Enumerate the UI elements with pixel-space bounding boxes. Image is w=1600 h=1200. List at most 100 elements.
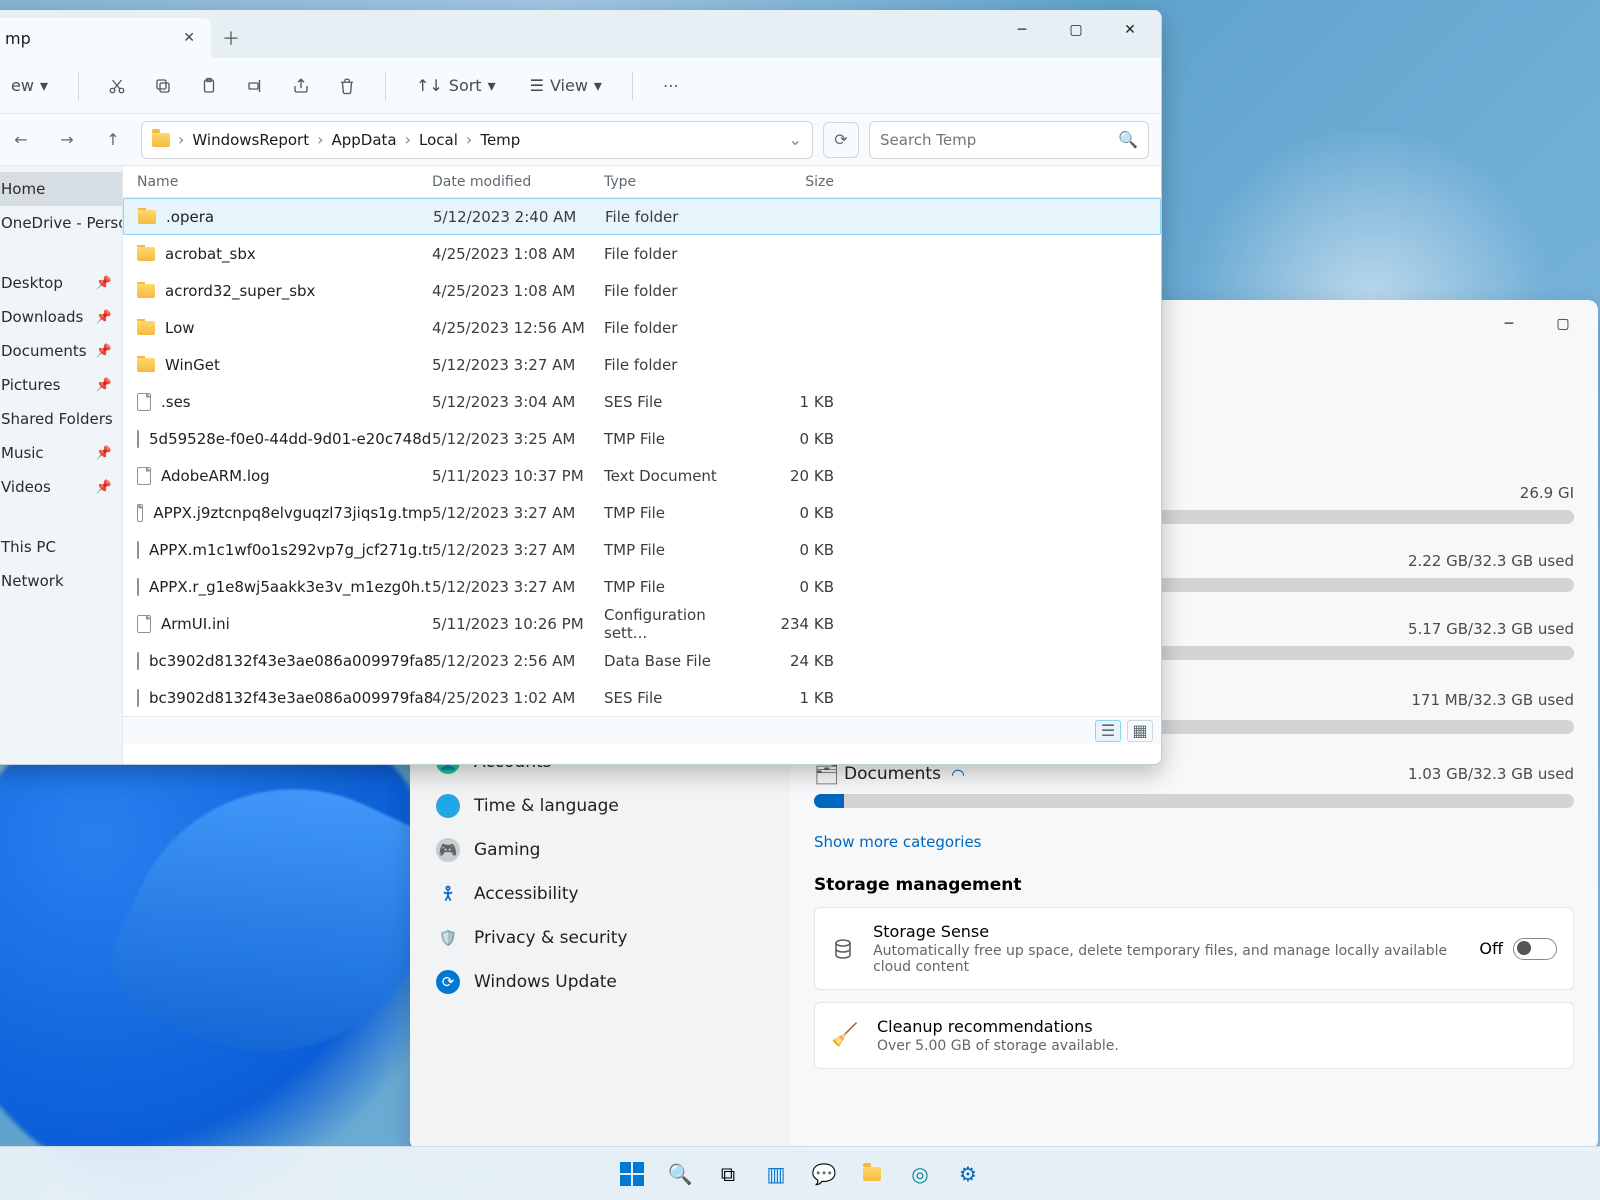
storage-value: 1.03 GB/32.3 GB used: [1408, 765, 1574, 783]
sidebar-item-desktop[interactable]: Desktop📌: [0, 266, 122, 300]
table-row[interactable]: acrobat_sbx4/25/2023 1:08 AMFile folder: [123, 235, 1161, 272]
table-row[interactable]: .opera5/12/2023 2:40 AMFile folder: [123, 198, 1161, 235]
table-row[interactable]: bc3902d8132f43e3ae086a009979fa88.db.ses4…: [123, 679, 1161, 716]
cut-button[interactable]: [99, 68, 135, 104]
rename-button[interactable]: [237, 68, 273, 104]
file-size: 0 KB: [744, 541, 834, 559]
col-type[interactable]: Type: [604, 174, 744, 190]
thumbnails-view-button[interactable]: ▦: [1127, 720, 1153, 742]
start-button[interactable]: [613, 1155, 651, 1193]
table-row[interactable]: .ses5/12/2023 3:04 AMSES File1 KB: [123, 383, 1161, 420]
sidebar-item-videos[interactable]: Videos📌: [0, 470, 122, 504]
col-name[interactable]: Name: [137, 174, 432, 190]
table-row[interactable]: bc3902d8132f43e3ae086a009979fa88.db5/12/…: [123, 642, 1161, 679]
sort-button[interactable]: ↑↓ Sort ▾: [406, 70, 506, 101]
explorer-tab[interactable]: mp ✕: [0, 18, 211, 58]
view-button[interactable]: ☰ View ▾: [520, 70, 612, 101]
close-tab-icon[interactable]: ✕: [177, 26, 201, 50]
file-type: File folder: [604, 319, 744, 337]
table-row[interactable]: APPX.m1c1wf0o1s292vp7g_jcf271g.tmp5/12/2…: [123, 531, 1161, 568]
file-date: 5/12/2023 3:27 AM: [432, 504, 604, 522]
breadcrumb-item[interactable]: WindowsReport: [192, 131, 309, 149]
sidebar-item-documents[interactable]: Documents📌: [0, 334, 122, 368]
paste-button[interactable]: [191, 68, 227, 104]
col-size[interactable]: Size: [744, 174, 834, 190]
copy-button[interactable]: [145, 68, 181, 104]
table-row[interactable]: AdobeARM.log5/11/2023 10:37 PMText Docum…: [123, 457, 1161, 494]
settings-taskbar-button[interactable]: ⚙: [949, 1155, 987, 1193]
table-row[interactable]: acrord32_super_sbx4/25/2023 1:08 AMFile …: [123, 272, 1161, 309]
sidebar-item-downloads[interactable]: Downloads📌: [0, 300, 122, 334]
search-bar[interactable]: 🔍: [869, 121, 1149, 159]
table-row[interactable]: 5d59528e-f0e0-44dd-9d01-e20c748d067f....…: [123, 420, 1161, 457]
sidebar-item-pictures[interactable]: Pictures📌: [0, 368, 122, 402]
close-button[interactable]: ✕: [1105, 14, 1155, 46]
back-button[interactable]: ←: [3, 122, 39, 158]
cleanup-recommendations-card[interactable]: 🧹 Cleanup recommendations Over 5.00 GB o…: [814, 1002, 1574, 1069]
search-input[interactable]: [880, 131, 1118, 149]
storage-sense-toggle[interactable]: [1513, 938, 1557, 960]
column-headers[interactable]: Name Date modified Type Size: [123, 166, 1161, 198]
address-dropdown-icon[interactable]: ⌄: [789, 130, 802, 149]
file-size: 0 KB: [744, 430, 834, 448]
task-view-button[interactable]: ⧉: [709, 1155, 747, 1193]
file-icon: [137, 689, 139, 707]
card-description: Over 5.00 GB of storage available.: [877, 1038, 1119, 1054]
chevron-right-icon: ›: [317, 130, 323, 149]
sidebar-item-home[interactable]: Home: [0, 172, 122, 206]
settings-minimize-button[interactable]: ─: [1484, 308, 1534, 340]
storage-sense-card[interactable]: Storage Sense Automatically free up spac…: [814, 907, 1574, 990]
file-icon: [137, 615, 151, 633]
refresh-button[interactable]: ⟳: [823, 122, 859, 158]
explorer-toolbar: ew ▾ ↑↓ Sort ▾ ☰ View ▾ ⋯: [0, 58, 1161, 114]
nav-privacy[interactable]: 🛡️ Privacy & security: [424, 916, 776, 960]
details-view-button[interactable]: ☰: [1095, 720, 1121, 742]
file-type: SES File: [604, 393, 744, 411]
maximize-button[interactable]: ▢: [1051, 14, 1101, 46]
pin-icon: 📌: [96, 446, 112, 461]
up-button[interactable]: ↑: [95, 122, 131, 158]
forward-button[interactable]: →: [49, 122, 85, 158]
nav-accessibility[interactable]: Accessibility: [424, 872, 776, 916]
sidebar-item-this-pc[interactable]: This PC: [0, 530, 122, 564]
delete-button[interactable]: [329, 68, 365, 104]
folder-icon: [137, 321, 155, 335]
file-name: WinGet: [165, 356, 220, 374]
nav-gaming[interactable]: 🎮 Gaming: [424, 828, 776, 872]
table-row[interactable]: WinGet5/12/2023 3:27 AMFile folder: [123, 346, 1161, 383]
widgets-button[interactable]: ▥: [757, 1155, 795, 1193]
sidebar-item-onedrive[interactable]: OneDrive - Persona: [0, 206, 122, 240]
edge-button[interactable]: ◎: [901, 1155, 939, 1193]
settings-maximize-button[interactable]: ▢: [1538, 308, 1588, 340]
sidebar-item-network[interactable]: Network: [0, 564, 122, 598]
table-row[interactable]: ArmUI.ini5/11/2023 10:26 PMConfiguration…: [123, 605, 1161, 642]
chevron-down-icon: ▾: [594, 76, 602, 95]
file-size: 0 KB: [744, 504, 834, 522]
col-date[interactable]: Date modified: [432, 174, 604, 190]
taskbar-search-button[interactable]: 🔍: [661, 1155, 699, 1193]
sidebar-label: Music: [1, 444, 44, 462]
show-more-categories-link[interactable]: Show more categories: [814, 833, 982, 851]
file-type: SES File: [604, 689, 744, 707]
file-explorer-taskbar-button[interactable]: [853, 1155, 891, 1193]
minimize-button[interactable]: ─: [997, 14, 1047, 46]
file-type: TMP File: [604, 430, 744, 448]
new-button[interactable]: ew ▾: [1, 70, 58, 101]
table-row[interactable]: APPX.r_g1e8wj5aakk3e3v_m1ezg0h.tmp5/12/2…: [123, 568, 1161, 605]
file-icon: [137, 393, 151, 411]
sidebar-item-shared-folders[interactable]: Shared Folders📌: [0, 402, 122, 436]
share-button[interactable]: [283, 68, 319, 104]
chat-button[interactable]: 💬: [805, 1155, 843, 1193]
breadcrumb-item[interactable]: Local: [419, 131, 458, 149]
more-button[interactable]: ⋯: [653, 68, 689, 104]
sidebar-item-music[interactable]: Music 📌: [0, 436, 122, 470]
nav-time-language[interactable]: 🌐 Time & language: [424, 784, 776, 828]
nav-windows-update[interactable]: ⟳ Windows Update: [424, 960, 776, 1004]
new-tab-button[interactable]: ＋: [211, 18, 251, 58]
table-row[interactable]: Low4/25/2023 12:56 AMFile folder: [123, 309, 1161, 346]
address-bar[interactable]: › WindowsReport › AppData › Local › Temp…: [141, 121, 813, 159]
toolbar-separator: [78, 72, 79, 100]
breadcrumb-item[interactable]: AppData: [332, 131, 397, 149]
breadcrumb-item[interactable]: Temp: [480, 131, 520, 149]
table-row[interactable]: APPX.j9ztcnpq8elvguqzl73jiqs1g.tmp5/12/2…: [123, 494, 1161, 531]
